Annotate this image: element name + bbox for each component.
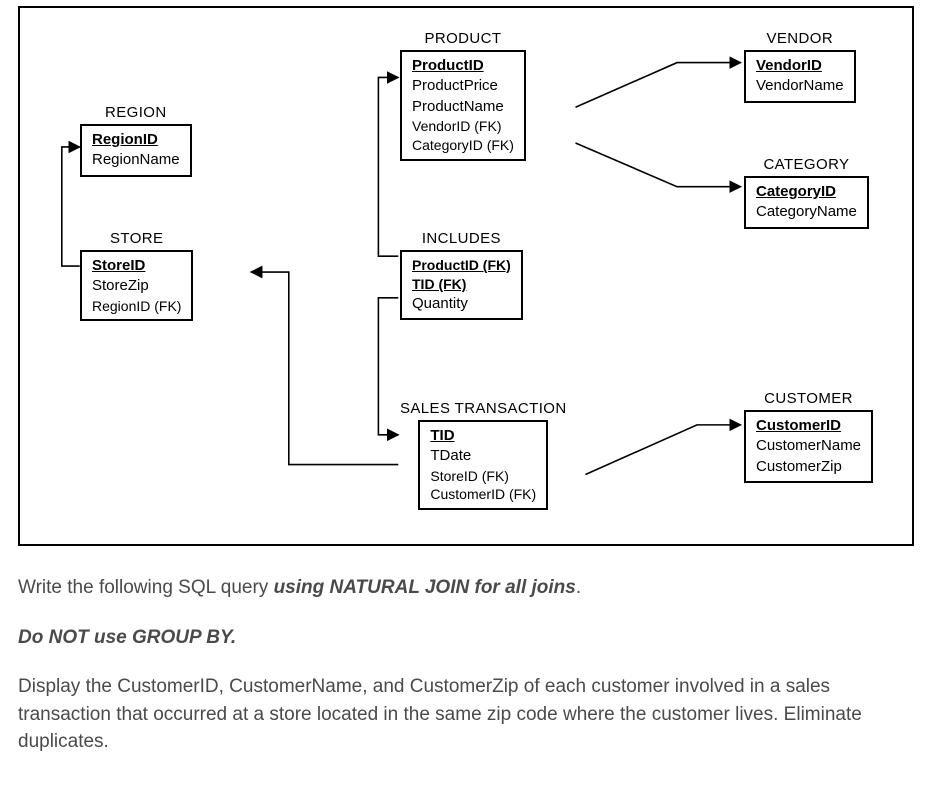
attr-store-id: StoreID: [92, 256, 181, 276]
attr-sales-customerid: CustomerID (FK): [430, 485, 536, 504]
question-natural-join: using NATURAL JOIN for all joins: [274, 577, 576, 598]
question-line-1: Write the following SQL query using NATU…: [18, 574, 914, 602]
question-line-2: Do NOT use GROUP BY.: [18, 624, 914, 652]
attr-product-vendorid: VendorID (FK): [412, 117, 514, 136]
question-line-1a: Write the following SQL query: [18, 577, 274, 598]
entity-region: REGION RegionID RegionName: [80, 104, 192, 177]
entity-vendor: VENDOR VendorID VendorName: [744, 30, 856, 103]
attr-includes-quantity: Quantity: [412, 294, 511, 314]
attr-region-name: RegionName: [92, 150, 180, 170]
entity-title: CATEGORY: [744, 156, 869, 173]
entity-title: INCLUDES: [400, 230, 523, 247]
entity-sales-transaction: SALES TRANSACTION TID TDate StoreID (FK)…: [400, 400, 567, 510]
entity-title: CUSTOMER: [744, 390, 873, 407]
attr-includes-tid: TID (FK): [412, 276, 466, 292]
attr-customer-zip: CustomerZip: [756, 457, 861, 477]
attr-product-price: ProductPrice: [412, 76, 514, 96]
attr-vendor-name: VendorName: [756, 76, 844, 96]
attr-customer-name: CustomerName: [756, 436, 861, 456]
entity-title: PRODUCT: [400, 30, 526, 47]
er-diagram: REGION RegionID RegionName STORE StoreID…: [18, 6, 914, 546]
entity-includes: INCLUDES ProductID (FK) TID (FK) Quantit…: [400, 230, 523, 320]
attr-region-id: RegionID: [92, 130, 180, 150]
page: REGION RegionID RegionName STORE StoreID…: [0, 6, 932, 802]
entity-box: CategoryID CategoryName: [744, 176, 869, 229]
attr-sales-storeid: StoreID (FK): [430, 467, 536, 486]
entity-box: ProductID ProductPrice ProductName Vendo…: [400, 50, 526, 161]
entity-box: TID TDate StoreID (FK) CustomerID (FK): [418, 420, 548, 510]
attr-customer-id: CustomerID: [756, 416, 861, 436]
question-line-3: Display the CustomerID, CustomerName, an…: [18, 673, 914, 756]
attr-store-regionid: RegionID (FK): [92, 297, 181, 316]
question-line-1c: .: [576, 577, 581, 598]
entity-title: SALES TRANSACTION: [400, 400, 567, 417]
entity-box: CustomerID CustomerName CustomerZip: [744, 410, 873, 483]
entity-title: REGION: [80, 104, 192, 121]
attr-vendor-id: VendorID: [756, 56, 844, 76]
attr-sales-tdate: TDate: [430, 446, 536, 466]
attr-category-name: CategoryName: [756, 202, 857, 222]
entity-product: PRODUCT ProductID ProductPrice ProductNa…: [400, 30, 526, 161]
entity-box: RegionID RegionName: [80, 124, 192, 177]
entity-title: VENDOR: [744, 30, 856, 47]
entity-store: STORE StoreID StoreZip RegionID (FK): [80, 230, 193, 321]
question-block: Write the following SQL query using NATU…: [18, 574, 914, 756]
attr-product-id: ProductID: [412, 56, 514, 76]
entity-title: STORE: [80, 230, 193, 247]
entity-box: StoreID StoreZip RegionID (FK): [80, 250, 193, 321]
entity-customer: CUSTOMER CustomerID CustomerName Custome…: [744, 390, 873, 483]
entity-box: VendorID VendorName: [744, 50, 856, 103]
attr-category-id: CategoryID: [756, 182, 857, 202]
entity-box: ProductID (FK) TID (FK) Quantity: [400, 250, 523, 320]
attr-product-categoryid: CategoryID (FK): [412, 136, 514, 155]
attr-includes-productid: ProductID (FK): [412, 257, 511, 273]
entity-category: CATEGORY CategoryID CategoryName: [744, 156, 869, 229]
attr-store-zip: StoreZip: [92, 276, 181, 296]
attr-product-name: ProductName: [412, 97, 514, 117]
attr-sales-tid: TID: [430, 426, 536, 446]
